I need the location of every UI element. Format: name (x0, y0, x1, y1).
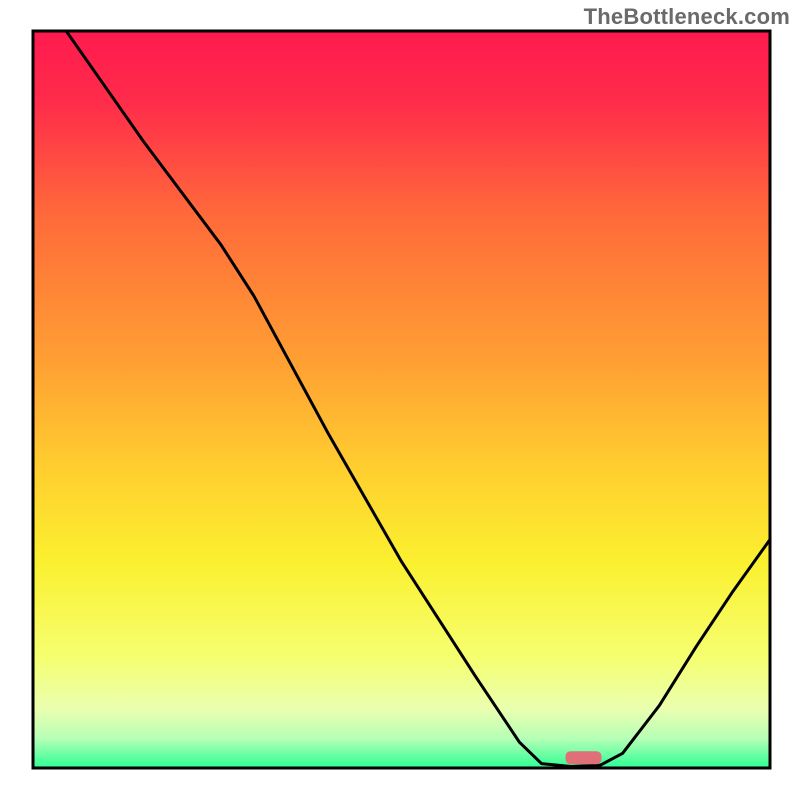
chart-stage: TheBottleneck.com (0, 0, 800, 800)
watermark-text: TheBottleneck.com (584, 4, 790, 30)
optimal-point-marker (566, 751, 602, 764)
bottleneck-chart (0, 0, 800, 800)
